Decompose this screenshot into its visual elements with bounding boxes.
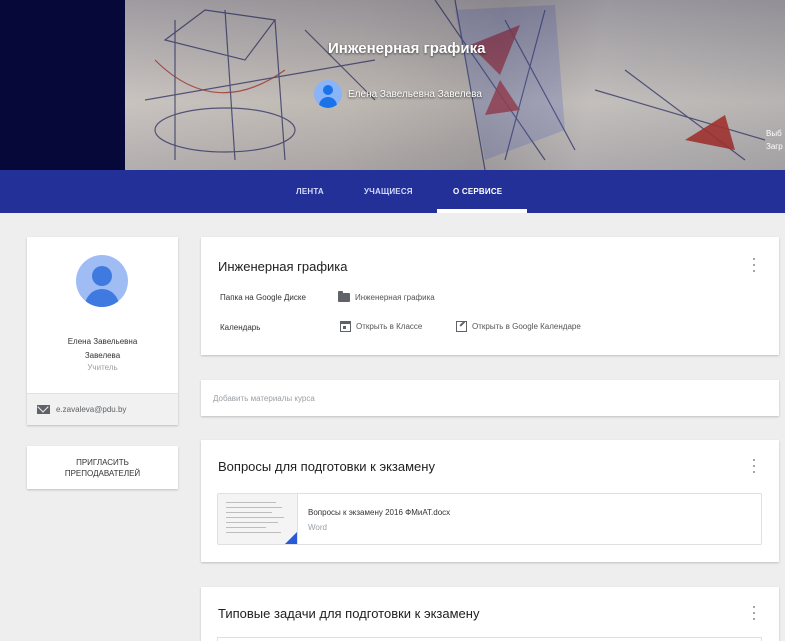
add-course-materials-input[interactable]: Добавить материалы курса	[201, 380, 779, 416]
document-thumbnail	[218, 494, 298, 544]
profile-email[interactable]: e.zavaleva@pdu.by	[56, 405, 126, 414]
banner-side-actions[interactable]: Выб Загр	[766, 127, 783, 153]
calendar-icon	[340, 321, 351, 332]
add-materials-placeholder: Добавить материалы курса	[213, 393, 315, 403]
topic-more-icon[interactable]	[752, 606, 756, 620]
topic-title: Вопросы для подготовки к экзамену	[218, 459, 435, 474]
drive-folder-link[interactable]: Инженерная графика	[338, 291, 435, 302]
profile-name-line2: Завелева	[84, 351, 121, 360]
banner-side-text-2[interactable]: Загр	[766, 140, 783, 153]
topic-card: Типовые задачи для подготовки к экзамену	[201, 587, 779, 641]
course-title: Инженерная графика	[328, 40, 486, 57]
tab-about[interactable]: О СЕРВИСЕ	[453, 170, 502, 213]
course-about-card: Инженерная графика Папка на Google Диске…	[201, 237, 779, 355]
attachment-card[interactable]: Вопросы к экзамену 2016 ФМиАТ.docx Word	[217, 493, 762, 545]
tab-students[interactable]: УЧАЩИЕСЯ	[364, 170, 413, 213]
attachment-card-partial[interactable]	[217, 637, 762, 641]
attachment-type: Word	[308, 523, 327, 532]
open-external-icon	[456, 321, 467, 332]
course-nav: ЛЕНТА УЧАЩИЕСЯ О СЕРВИСЕ	[0, 170, 785, 213]
profile-name-line1: Елена Завельевна	[67, 337, 138, 346]
open-in-calendar-text[interactable]: Открыть в Google Календаре	[472, 322, 581, 331]
invite-label-line2: ПРЕПОДАВАТЕЛЕЙ	[64, 468, 141, 478]
teacher-profile-card: Елена Завельевна Завелева Учитель e.zava…	[27, 237, 178, 425]
profile-email-row[interactable]: e.zavaleva@pdu.by	[27, 393, 178, 425]
mail-icon	[37, 405, 50, 414]
topic-more-icon[interactable]	[752, 459, 756, 473]
tab-stream[interactable]: ЛЕНТА	[296, 170, 324, 213]
calendar-label: Календарь	[220, 323, 261, 332]
banner-side-text-1[interactable]: Выб	[766, 127, 783, 140]
profile-role: Учитель	[87, 363, 118, 372]
invite-teachers-button[interactable]: ПРИГЛАСИТЬ ПРЕПОДАВАТЕЛЕЙ	[27, 446, 178, 489]
about-title: Инженерная графика	[218, 259, 348, 274]
word-file-icon	[285, 532, 297, 544]
active-tab-indicator	[437, 209, 527, 213]
invite-label-line1: ПРИГЛАСИТЬ	[76, 457, 129, 467]
topic-card: Вопросы для подготовки к экзамену Вопрос…	[201, 440, 779, 562]
profile-avatar-icon	[76, 255, 128, 307]
drive-folder-name[interactable]: Инженерная графика	[355, 293, 435, 302]
open-in-google-calendar-link[interactable]: Открыть в Google Календаре	[456, 321, 581, 332]
topic-title: Типовые задачи для подготовки к экзамену	[218, 606, 480, 621]
banner-left-panel	[0, 0, 125, 170]
teacher-avatar-icon	[314, 80, 342, 108]
open-in-class-text[interactable]: Открыть в Классе	[356, 322, 422, 331]
about-more-icon[interactable]	[752, 258, 756, 272]
open-in-class-link[interactable]: Открыть в Классе	[340, 321, 422, 332]
teacher-name: Елена Завельевна Завелева	[348, 88, 482, 100]
course-banner: Инженерная графика Елена Завельевна Заве…	[0, 0, 785, 170]
drive-folder-label: Папка на Google Диске	[220, 293, 306, 302]
attachment-name[interactable]: Вопросы к экзамену 2016 ФМиАТ.docx	[308, 508, 450, 517]
folder-icon	[338, 291, 350, 302]
banner-teacher: Елена Завельевна Завелева	[314, 80, 482, 108]
profile-name: Елена Завельевна Завелева	[27, 335, 178, 363]
